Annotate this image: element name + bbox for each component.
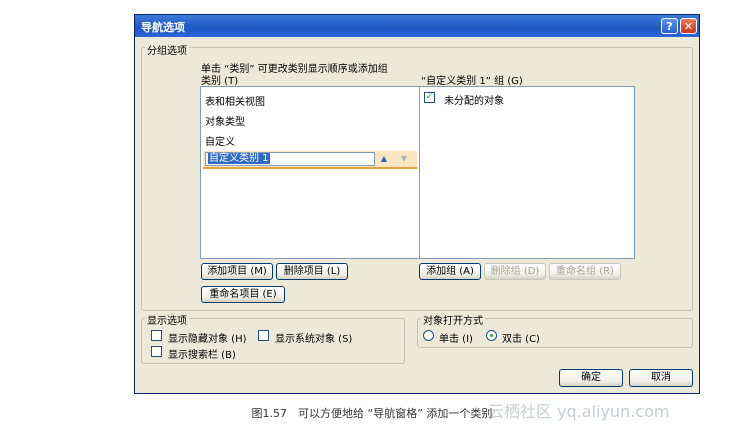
delete-group-button[interactable]: 删除组 (D) xyxy=(484,263,546,280)
category-name-text: 自定义类别 1 xyxy=(208,153,270,164)
category-item-object-type[interactable]: 对象类型 xyxy=(205,113,245,128)
delete-item-button[interactable]: 删除项目 (L) xyxy=(276,263,348,280)
show-search-checkbox[interactable] xyxy=(151,346,162,357)
ok-button[interactable]: 确定 xyxy=(559,369,623,387)
figure-caption: 图1.57 可以方便地给 “导航窗格” 添加一个类别 xyxy=(251,407,493,420)
show-system-checkbox[interactable] xyxy=(258,330,269,341)
cancel-button[interactable]: 取消 xyxy=(629,369,693,387)
grouping-options-legend: 分组选项 xyxy=(145,42,189,57)
category-item-tables[interactable]: 表和相关视图 xyxy=(205,93,265,108)
display-options-legend: 显示选项 xyxy=(145,312,189,327)
single-click-label: 单击 (I) xyxy=(439,334,473,345)
category-edit-row: 自定义类别 1 ▲ ▼ xyxy=(203,151,417,169)
move-down-icon[interactable]: ▼ xyxy=(399,154,409,164)
show-hidden-label: 显示隐藏对象 (H) xyxy=(168,334,247,345)
group-item-unassigned[interactable]: 未分配的对象 xyxy=(444,92,504,107)
navigation-options-dialog: 导航选项 ? ✕ 分组选项 单击 “类别” 可更改类别显示顺序或添加组 类别 (… xyxy=(134,14,700,394)
category-name-input[interactable]: 自定义类别 1 xyxy=(205,152,375,166)
unassigned-objects-checkbox[interactable]: ✓ xyxy=(424,92,435,103)
double-click-label: 双击 (C) xyxy=(502,334,540,345)
open-mode-legend: 对象打开方式 xyxy=(421,312,485,327)
double-click-radio[interactable] xyxy=(486,330,497,341)
show-system-label: 显示系统对象 (S) xyxy=(275,334,353,345)
move-up-icon[interactable]: ▲ xyxy=(379,154,389,164)
categories-label: 类别 (T) xyxy=(201,76,239,87)
close-button[interactable]: ✕ xyxy=(680,18,697,34)
dialog-title: 导航选项 xyxy=(141,21,185,34)
groups-list[interactable]: ✓ 未分配的对象 xyxy=(419,86,635,259)
rename-item-button[interactable]: 重命名项目 (E) xyxy=(201,286,285,303)
radio-selected-dot xyxy=(490,334,493,337)
help-button[interactable]: ? xyxy=(661,18,678,34)
add-item-button[interactable]: 添加项目 (M) xyxy=(201,263,273,280)
single-click-radio[interactable] xyxy=(423,330,434,341)
categories-list[interactable]: 表和相关视图 对象类型 自定义 自定义类别 1 ▲ ▼ xyxy=(200,86,420,259)
show-search-label: 显示搜索栏 (B) xyxy=(168,350,236,361)
groups-label: “自定义类别 1” 组 (G) xyxy=(421,76,523,87)
rename-group-button[interactable]: 重命名组 (R) xyxy=(549,263,621,280)
category-item-custom[interactable]: 自定义 xyxy=(205,133,235,148)
add-group-button[interactable]: 添加组 (A) xyxy=(419,263,481,280)
show-hidden-checkbox[interactable] xyxy=(151,330,162,341)
title-bar[interactable]: 导航选项 ? ✕ xyxy=(135,15,699,37)
